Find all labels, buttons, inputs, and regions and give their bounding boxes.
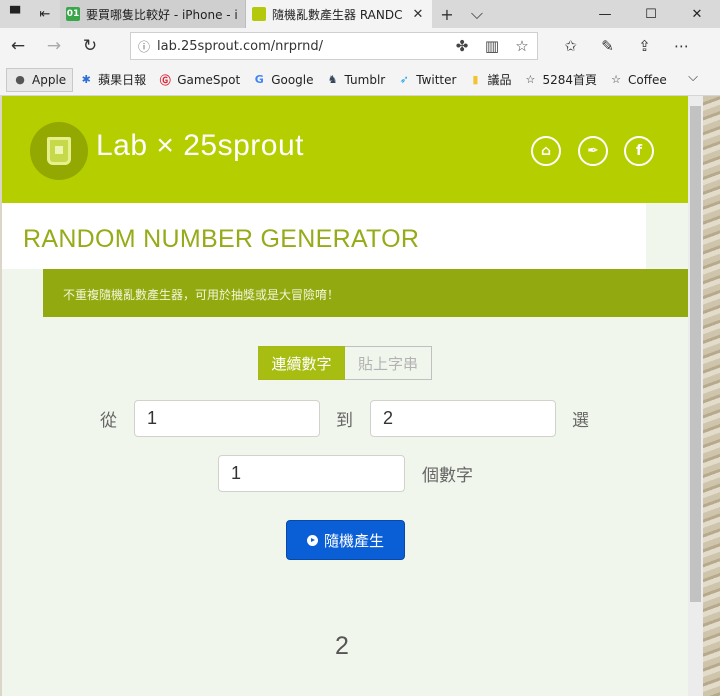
apple-daily-icon: ✱	[81, 73, 91, 86]
page-title: RANDOM NUMBER GENERATOR	[23, 225, 420, 253]
tab-actions-icon[interactable]: ▀	[0, 0, 30, 28]
lab-logo-icon[interactable]	[30, 122, 88, 180]
background-window-edge	[703, 96, 720, 696]
set-aside-tabs-icon[interactable]: ⇤	[30, 0, 60, 28]
favorite-apple-daily[interactable]: ✱ 蘋果日報	[73, 68, 152, 92]
favorites-bar: ● Apple ✱ 蘋果日報 Ⓖ GameSpot G Google ♞ Tum…	[0, 64, 720, 96]
page-scrollbar[interactable]	[688, 96, 703, 696]
tab-sequential-numbers[interactable]: 連續數字	[258, 346, 345, 380]
url-text[interactable]: lab.25sprout.com/nrprnd/	[157, 39, 447, 54]
title-band: RANDOM NUMBER GENERATOR	[2, 203, 646, 269]
tab-close-icon[interactable]: ✕	[410, 7, 426, 22]
web-note-icon[interactable]: ✎	[589, 28, 626, 64]
from-label: 從	[100, 411, 117, 431]
favorite-apple[interactable]: ● Apple	[6, 67, 74, 92]
tab-iphone[interactable]: 01 要買哪隻比較好 - iPhone - i	[60, 0, 246, 28]
page-description: 不重複隨機亂數產生器，可用於抽獎或是大冒險唷！	[63, 288, 340, 302]
mode-tabs: 連續數字 貼上字串	[258, 346, 432, 380]
favorite-coffee[interactable]: ☆ Coffee	[603, 68, 673, 92]
favorite-google[interactable]: G Google	[246, 68, 319, 92]
favorites-overflow-chevron-icon[interactable]: ⌵	[688, 70, 698, 85]
count-label: 個數字	[422, 466, 473, 486]
quill-icon[interactable]: ✒	[578, 136, 608, 166]
favorite-folder[interactable]: ▮ 議品	[462, 68, 517, 92]
reading-view-icon[interactable]: ▥	[477, 37, 507, 55]
address-bar: ← → ↻ ⓘ lab.25sprout.com/nrprnd/ ✤ ▥ ☆ ✩…	[0, 28, 720, 64]
refresh-icon[interactable]: ↻	[72, 28, 108, 64]
home-icon[interactable]: ⌂	[531, 136, 561, 166]
tab-paste-strings[interactable]: 貼上字串	[345, 346, 432, 380]
tab-preview-chevron-icon[interactable]: ⌵	[462, 0, 492, 28]
url-field[interactable]: ⓘ lab.25sprout.com/nrprnd/ ✤ ▥ ☆	[130, 32, 538, 60]
twitter-icon: ➶	[399, 73, 409, 86]
share-icon[interactable]: ⇪	[626, 28, 663, 64]
star-icon: ☆	[525, 73, 536, 86]
page-viewport: Lab × 25sprout ⌂ ✒ f RANDOM NUMBER GENER…	[2, 96, 688, 696]
maximize-button[interactable]: ☐	[628, 0, 674, 28]
apple-icon: ●	[15, 73, 25, 86]
pick-label: 選	[572, 411, 589, 431]
generate-button[interactable]: 隨機產生	[286, 520, 405, 560]
favorite-5284[interactable]: ☆ 5284首頁	[517, 68, 603, 92]
forum-favicon-icon: 01	[66, 7, 80, 21]
favorite-gamespot[interactable]: Ⓖ GameSpot	[152, 68, 246, 92]
logo-text[interactable]: Lab × 25sprout	[96, 129, 304, 163]
site-info-icon[interactable]: ⓘ	[131, 38, 157, 55]
new-tab-button[interactable]: +	[432, 0, 462, 28]
minimize-button[interactable]: —	[582, 0, 628, 28]
back-icon[interactable]: ←	[0, 28, 36, 64]
from-input[interactable]: 1	[134, 400, 320, 437]
to-input[interactable]: 2	[370, 400, 556, 437]
favorite-star-icon[interactable]: ☆	[507, 37, 537, 55]
extension-icon[interactable]: ✤	[447, 37, 477, 55]
star-icon: ☆	[611, 73, 621, 86]
close-window-button[interactable]: ✕	[674, 0, 720, 28]
favorite-twitter[interactable]: ➶ Twitter	[391, 68, 462, 92]
tab-title: 要買哪隻比較好 - iPhone - i	[86, 7, 238, 22]
scrollbar-thumb[interactable]	[690, 106, 701, 602]
generate-button-label: 隨機產生	[323, 531, 384, 550]
forward-icon[interactable]: →	[36, 28, 72, 64]
tab-title: 隨機亂數產生器 RANDC	[272, 7, 403, 22]
favorite-tumblr[interactable]: ♞ Tumblr	[320, 68, 392, 92]
site-header: Lab × 25sprout ⌂ ✒ f	[2, 96, 688, 203]
gamespot-icon: Ⓖ	[159, 73, 171, 87]
result-number: 2	[335, 632, 349, 660]
count-input[interactable]: 1	[218, 455, 405, 492]
tab-random-generator[interactable]: 隨機亂數產生器 RANDC ✕	[246, 0, 432, 28]
lab-favicon-icon	[252, 7, 266, 21]
more-icon[interactable]: ⋯	[663, 28, 700, 64]
favorites-hub-icon[interactable]: ✩	[552, 28, 589, 64]
tab-bar: ▀ ⇤ 01 要買哪隻比較好 - iPhone - i 隨機亂數產生器 RAND…	[0, 0, 720, 28]
facebook-icon[interactable]: f	[624, 136, 654, 166]
play-circle-icon	[306, 534, 318, 546]
description-band: 不重複隨機亂數產生器，可用於抽獎或是大冒險唷！	[43, 269, 688, 317]
folder-icon: ▮	[472, 73, 479, 86]
tumblr-icon: ♞	[327, 73, 338, 86]
to-label: 到	[336, 411, 353, 431]
google-icon: G	[254, 73, 264, 86]
